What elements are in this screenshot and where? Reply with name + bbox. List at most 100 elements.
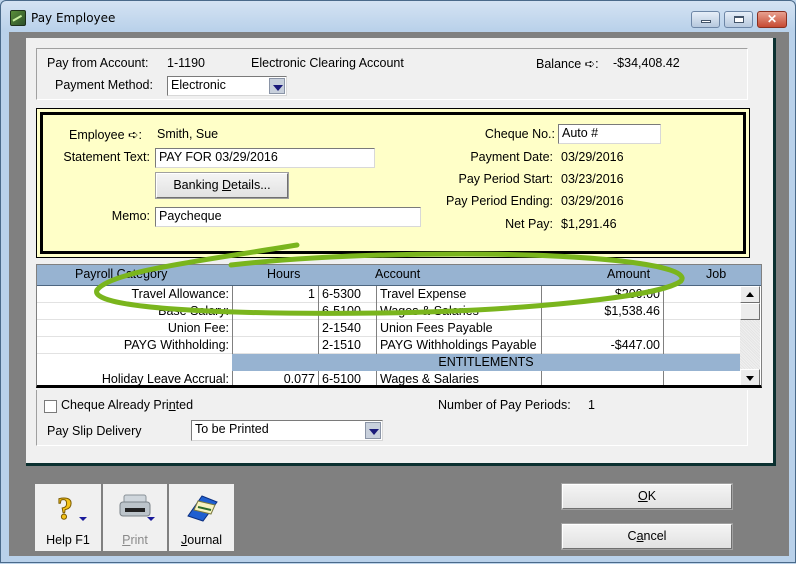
account-name-cell[interactable]: Wages & Salaries (376, 371, 541, 385)
banking-details-button[interactable]: Banking Details... (155, 172, 289, 199)
journal-book-icon (186, 495, 218, 522)
grid-scrollbar[interactable] (740, 286, 760, 385)
employee-value: Smith, Sue (157, 127, 219, 141)
account-number-cell[interactable]: 6-5100 (318, 371, 376, 385)
dropdown-arrow-icon (147, 517, 155, 521)
scroll-down-arrow-icon[interactable] (740, 369, 760, 385)
options-group: Cheque Already Printed Number of Pay Per… (36, 390, 748, 446)
statement-text-input[interactable]: PAY FOR 03/29/2016 (155, 148, 375, 168)
close-button[interactable] (757, 11, 787, 28)
category-cell: PAYG Withholding: (123, 338, 229, 352)
amount-cell[interactable]: $200.00 (541, 286, 663, 303)
banking-details-label-post: etails... (231, 178, 271, 192)
account-name-cell[interactable]: Union Fees Payable (376, 320, 541, 337)
table-row[interactable]: Travel Allowance: 1 6-5300 Travel Expense $2… (37, 286, 740, 303)
journal-button[interactable]: Journal (169, 484, 234, 551)
table-row[interactable]: Holiday Leave Accrual: 0.077 6-5100 Wages &… (37, 371, 740, 386)
col-header-category[interactable]: Payroll Category (75, 267, 167, 281)
cheque-no-input[interactable]: Auto # (558, 124, 661, 144)
memo-input[interactable]: Paycheque (155, 207, 421, 227)
account-number-cell[interactable]: 2-1540 (318, 320, 376, 337)
category-cell: Travel Allowance: (131, 287, 230, 301)
title-bar[interactable]: Pay Employee (1, 1, 795, 33)
payroll-grid: Payroll Category Hours Account Amount Jo… (36, 264, 762, 388)
account-number-cell[interactable]: 6-5100 (318, 303, 376, 320)
app-icon (10, 10, 26, 26)
account-number-cell[interactable]: 6-5300 (318, 286, 376, 303)
help-button[interactable]: ? Help F1 (35, 484, 101, 551)
account-name-cell[interactable]: Travel Expense (376, 286, 541, 303)
amount-cell[interactable]: $1,538.46 (541, 303, 663, 320)
payment-method-value: Electronic (171, 78, 226, 92)
cheque-no-label: Cheque No.: (484, 127, 555, 141)
pay-slip-select[interactable]: To be Printed (191, 420, 383, 441)
minimize-button[interactable] (691, 11, 720, 28)
maximize-button[interactable] (724, 11, 753, 28)
account-name-cell[interactable]: Wages & Salaries (376, 303, 541, 320)
col-header-job[interactable]: Job (706, 267, 726, 281)
hours-cell[interactable] (232, 337, 318, 354)
payment-date-label: Payment Date: (470, 150, 553, 164)
pay-from-account-number[interactable]: 1-1190 (167, 56, 205, 70)
category-cell: Base Salary: (158, 304, 229, 318)
pay-period-ending-label: Pay Period Ending: (445, 194, 553, 208)
hours-cell[interactable]: 1 (232, 286, 318, 303)
statement-text-label: Statement Text: (63, 150, 150, 164)
entitlements-section-header: ENTITLEMENTS (232, 354, 740, 371)
pay-from-account-name: Electronic Clearing Account (251, 56, 404, 70)
table-row[interactable]: PAYG Withholding: 2-1510 PAYG Withholdings… (37, 337, 740, 354)
memo-value: Paycheque (159, 209, 222, 223)
scroll-up-arrow-icon[interactable] (740, 286, 760, 303)
banking-details-label-pre: Banking (173, 178, 222, 192)
table-row[interactable]: Union Fee: 2-1540 Union Fees Payable (37, 320, 740, 337)
balance-value: -$34,408.42 (613, 56, 680, 70)
job-cell[interactable] (663, 337, 740, 354)
job-cell[interactable] (663, 320, 740, 337)
scroll-thumb[interactable] (740, 303, 760, 320)
category-cell: Union Fee: (167, 321, 229, 335)
statement-text-value: PAY FOR 03/29/2016 (159, 150, 278, 164)
net-pay-value: $1,291.46 (561, 217, 617, 231)
cheque-printed-checkbox[interactable] (44, 400, 57, 413)
pay-periods-label: Number of Pay Periods: (438, 398, 571, 412)
table-row[interactable]: Base Salary: 6-5100 Wages & Salaries $1,538… (37, 303, 740, 320)
payment-date-value[interactable]: 03/29/2016 (561, 150, 624, 164)
help-label: Help F1 (46, 533, 90, 547)
cheque-printed-label[interactable]: Cheque Already Printed (61, 398, 193, 412)
category-cell: Holiday Leave Accrual: (101, 372, 229, 386)
chevron-down-icon[interactable] (365, 422, 381, 439)
job-cell[interactable] (663, 286, 740, 303)
payment-method-select[interactable]: Electronic (167, 76, 287, 96)
col-header-amount[interactable]: Amount (607, 267, 650, 281)
account-group: Pay from Account: 1-1190 Electronic Clea… (36, 48, 748, 100)
balance-label[interactable]: Balance ➪: (536, 56, 599, 71)
hours-cell[interactable] (232, 320, 318, 337)
amount-cell[interactable]: -$447.00 (541, 337, 663, 354)
journal-label: Journal (181, 533, 222, 547)
dropdown-arrow-icon (79, 517, 87, 521)
chevron-down-icon[interactable] (269, 78, 285, 94)
pay-period-ending-value: 03/29/2016 (561, 194, 624, 208)
cancel-button[interactable]: Cancel (561, 523, 733, 550)
pay-slip-label: Pay Slip Delivery (47, 424, 142, 438)
job-cell[interactable] (663, 303, 740, 320)
job-cell[interactable] (663, 371, 740, 385)
svg-text:?: ? (57, 490, 73, 524)
ok-button[interactable]: OK (561, 483, 733, 510)
hours-cell[interactable]: 0.077 (232, 371, 318, 385)
hours-cell[interactable] (232, 303, 318, 320)
grid-header: Payroll Category Hours Account Amount Jo… (37, 265, 761, 286)
print-button[interactable]: Print (103, 484, 167, 551)
col-header-account[interactable]: Account (375, 267, 420, 281)
payment-method-label: Payment Method: (55, 78, 153, 92)
account-number-cell[interactable]: 2-1510 (318, 337, 376, 354)
amount-cell[interactable] (541, 371, 663, 385)
banking-details-mnemonic: D (222, 178, 232, 192)
col-header-hours[interactable]: Hours (267, 267, 300, 281)
amount-cell[interactable] (541, 320, 663, 337)
employee-label[interactable]: Employee ➪: (43, 127, 142, 142)
window-title: Pay Employee (31, 11, 116, 25)
client-area: Pay from Account: 1-1190 Electronic Clea… (9, 32, 789, 556)
pay-period-start-value: 03/23/2016 (561, 172, 624, 186)
account-name-cell[interactable]: PAYG Withholdings Payable (376, 337, 541, 354)
